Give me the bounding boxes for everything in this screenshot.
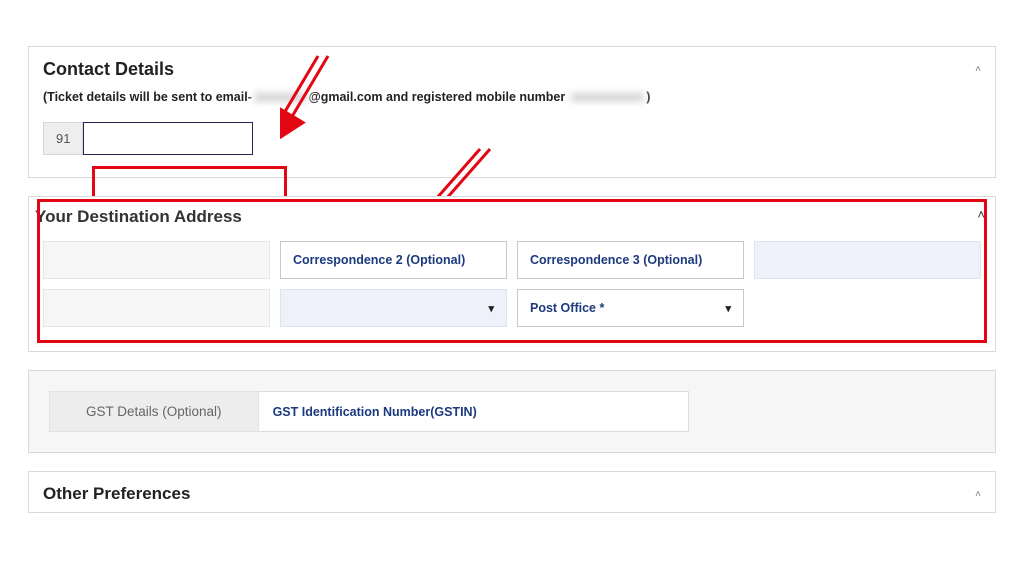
email-masked: xxxxxxx <box>252 90 309 104</box>
destination-title: Your Destination Address <box>35 207 242 227</box>
other-preferences-panel: Other Preferences ˄ <box>28 471 996 513</box>
phone-row: 91 <box>43 122 981 155</box>
post-office-placeholder: Post Office * <box>530 301 604 315</box>
country-code-box: 91 <box>43 122 83 155</box>
destination-address-panel: Your Destination Address ˄ Correspondenc… <box>28 196 996 352</box>
empty-cell <box>754 289 981 327</box>
chevron-up-icon: ˄ <box>975 489 981 500</box>
corr3-placeholder: Correspondence 3 (Optional) <box>530 253 702 267</box>
contact-details-panel: Contact Details ˄ (Ticket details will b… <box>28 46 996 178</box>
gst-panel: GST Details (Optional) GST Identificatio… <box>28 370 996 453</box>
contact-body: (Ticket details will be sent to email-xx… <box>29 88 995 177</box>
gst-row: GST Details (Optional) GST Identificatio… <box>49 391 689 432</box>
correspondence-2-input[interactable]: Correspondence 2 (Optional) <box>280 241 507 279</box>
mobile-masked: xxxxxxxxxx <box>569 90 647 104</box>
corr2-placeholder: Correspondence 2 (Optional) <box>293 253 465 267</box>
other-preferences-title: Other Preferences <box>43 484 190 504</box>
pin-code-field <box>754 241 981 279</box>
info-suffix: @gmail.com and registered mobile number <box>309 90 569 104</box>
gstin-input[interactable]: GST Identification Number(GSTIN) <box>259 391 689 432</box>
contact-details-title: Contact Details <box>43 59 174 80</box>
contact-info-line: (Ticket details will be sent to email-xx… <box>43 90 981 104</box>
address-grid: Correspondence 2 (Optional) Corresponden… <box>43 241 981 327</box>
correspondence-3-input[interactable]: Correspondence 3 (Optional) <box>517 241 744 279</box>
chevron-down-icon: ▾ <box>488 302 494 315</box>
chevron-up-icon: ˄ <box>975 64 981 75</box>
gst-details-label: GST Details (Optional) <box>49 391 259 432</box>
info-close: ) <box>646 90 650 104</box>
destination-body: Correspondence 2 (Optional) Corresponden… <box>29 231 995 351</box>
correspondence-1-input[interactable] <box>43 241 270 279</box>
city-select[interactable]: ▾ <box>280 289 507 327</box>
mobile-number-input[interactable] <box>83 122 253 155</box>
chevron-up-icon: ˄ <box>977 207 985 227</box>
other-preferences-header[interactable]: Other Preferences ˄ <box>29 472 995 512</box>
chevron-down-icon: ▾ <box>725 302 731 315</box>
contact-details-header[interactable]: Contact Details ˄ <box>29 47 995 88</box>
info-prefix: (Ticket details will be sent to email- <box>43 90 252 104</box>
post-office-select[interactable]: Post Office * ▾ <box>517 289 744 327</box>
gstin-placeholder: GST Identification Number(GSTIN) <box>273 405 477 419</box>
state-field <box>43 289 270 327</box>
destination-header[interactable]: Your Destination Address ˄ <box>29 201 995 231</box>
